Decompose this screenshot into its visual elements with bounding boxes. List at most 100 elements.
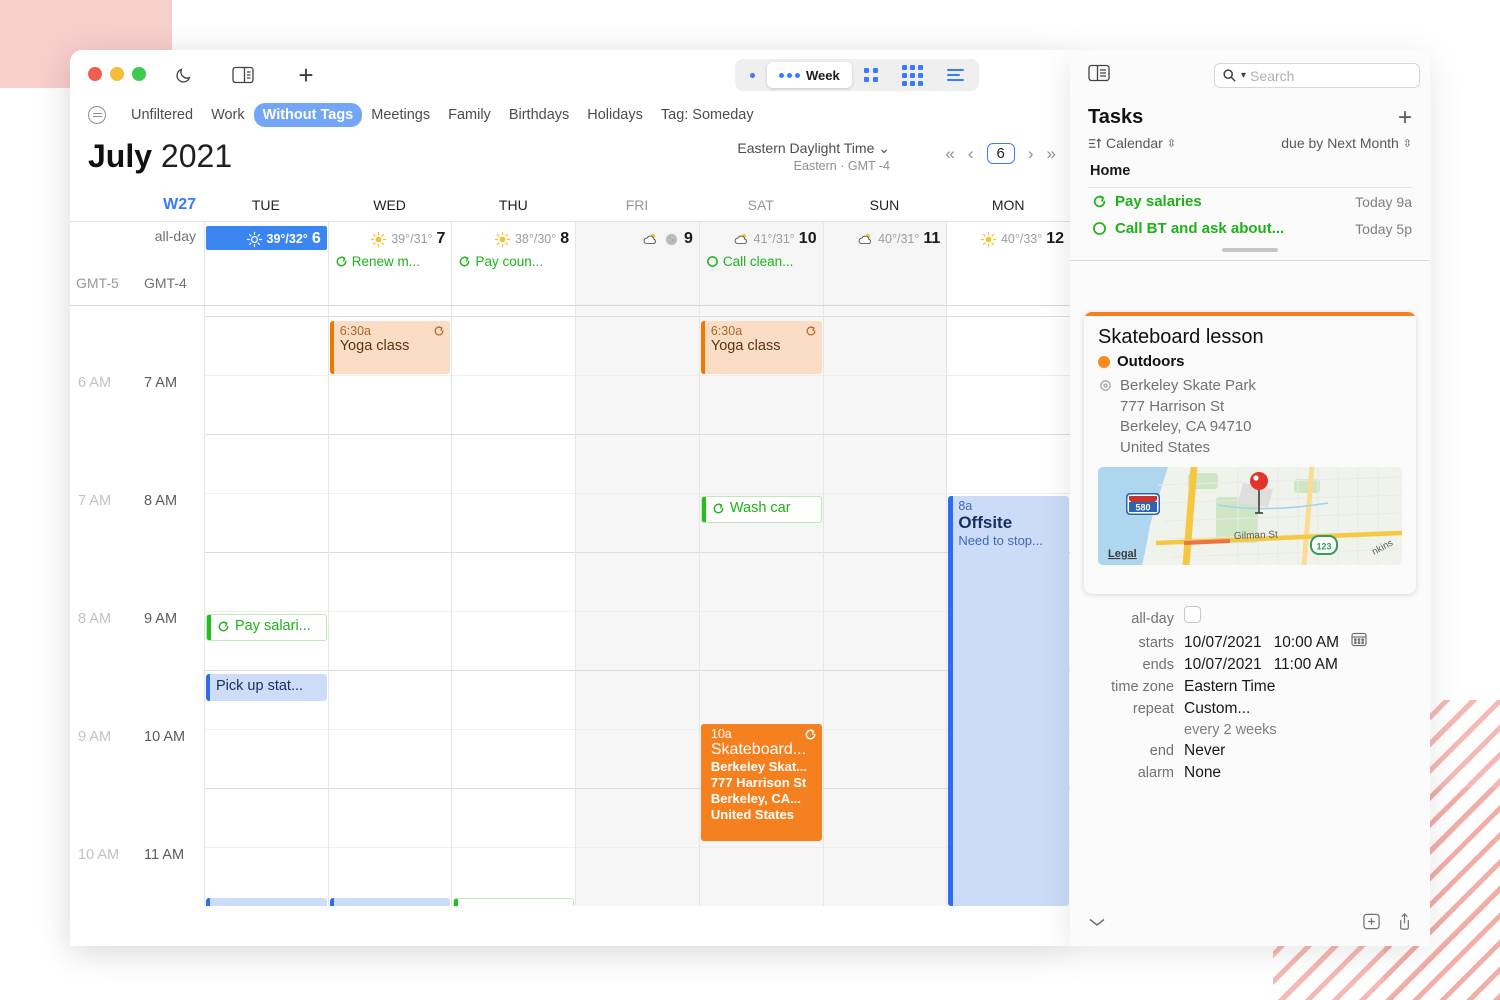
field-value[interactable]: Custom... <box>1184 700 1250 718</box>
week-number[interactable]: W27 <box>163 196 196 214</box>
field-value[interactable]: Eastern Time <box>1184 678 1275 696</box>
add-box-icon[interactable] <box>1362 912 1381 936</box>
zoom-button[interactable] <box>132 67 146 81</box>
add-event-button[interactable]: + <box>293 62 319 88</box>
tasks-filter-control[interactable]: due by Next Month ⇳ <box>1281 135 1412 151</box>
nav-last-button[interactable]: » <box>1047 144 1056 164</box>
event-detail-card[interactable]: Skateboard lesson Outdoors Berkeley Skat… <box>1084 312 1416 594</box>
event-skateboard-lesson[interactable]: 10a Skateboard... Berkeley Skat... 777 H… <box>700 724 822 841</box>
weather-temp-sat: 41°/31° <box>753 232 795 246</box>
chevron-down-icon[interactable] <box>1086 915 1108 934</box>
event-yoga-class-sat[interactable]: 6:30a Yoga class <box>700 321 822 374</box>
screen: + Week Unfiltered Work Without Tags Meet… <box>0 0 1500 1000</box>
view-option-list[interactable] <box>935 62 976 88</box>
event-title: Pay salari... <box>235 618 311 634</box>
view-option-four-up[interactable] <box>852 62 890 88</box>
all-day-task-wed[interactable]: Renew m... <box>329 250 452 269</box>
field-all-day[interactable]: all-day <box>1070 606 1412 627</box>
filter-chip-holidays[interactable]: Holidays <box>578 103 652 127</box>
all-day-task-thu[interactable]: Pay coun... <box>452 250 575 269</box>
field-value[interactable]: None <box>1184 764 1221 782</box>
field-value[interactable]: Never <box>1184 742 1225 760</box>
time-grid[interactable]: 6 AM 7 AM 7 AM 8 AM 8 AM 9 AM 9 AM 10 AM… <box>70 306 1070 906</box>
field-starts[interactable]: starts 10/07/2021 10:00 AM <box>1070 631 1412 652</box>
field-start-date[interactable]: 10/07/2021 <box>1184 634 1262 652</box>
view-option-month[interactable] <box>890 62 935 88</box>
event-partial-tue[interactable] <box>206 898 327 906</box>
day-column-fri[interactable] <box>575 306 699 906</box>
filter-chip-meetings[interactable]: Meetings <box>362 103 439 127</box>
task-row[interactable]: Call BT and ask about... Today 5p <box>1070 215 1430 242</box>
window-controls[interactable] <box>88 67 146 81</box>
filter-chip-birthdays[interactable]: Birthdays <box>500 103 578 127</box>
day-column-tue[interactable]: Pay salari... Pick up stat... <box>204 306 328 906</box>
nav-prev-button[interactable]: ‹ <box>968 144 974 164</box>
event-title: Offsite <box>958 513 1013 532</box>
all-day-cell-thu[interactable]: 38°/30° 8 Pay coun... <box>451 222 575 305</box>
filter-chip-family[interactable]: Family <box>439 103 500 127</box>
task-row[interactable]: Pay salaries Today 9a <box>1070 188 1430 215</box>
sun-icon <box>494 231 511 248</box>
filter-chip-work[interactable]: Work <box>202 103 254 127</box>
add-task-button[interactable]: + <box>1398 106 1412 130</box>
event-pay-salaries[interactable]: Pay salari... <box>206 614 327 641</box>
detail-location[interactable]: Berkeley Skate Park 777 Harrison St Berk… <box>1098 376 1402 459</box>
panel-resize-handle[interactable] <box>1222 248 1278 252</box>
search-input[interactable]: ▾ Search <box>1214 63 1420 88</box>
view-option-day[interactable] <box>738 62 767 88</box>
sidebar-toggle-icon[interactable] <box>230 62 256 88</box>
minimize-button[interactable] <box>110 67 124 81</box>
event-wash-car[interactable]: Wash car <box>700 496 822 523</box>
event-partial-wed[interactable] <box>329 898 451 906</box>
all-day-checkbox[interactable] <box>1184 606 1201 623</box>
tasks-sort-control[interactable]: Calendar ⇳ <box>1088 135 1176 151</box>
field-end-time[interactable]: 11:00 AM <box>1274 656 1338 674</box>
repeat-icon[interactable] <box>1092 194 1107 209</box>
field-label: repeat <box>1132 701 1174 717</box>
all-day-cell-sun[interactable]: 40°/31° 11 <box>822 222 947 305</box>
event-partial-thu[interactable] <box>453 898 575 906</box>
all-day-cell-fri[interactable]: 9 <box>575 222 699 305</box>
field-start-time[interactable]: 10:00 AM <box>1274 634 1340 652</box>
filter-chip-unfiltered[interactable]: Unfiltered <box>122 103 202 127</box>
day-column-thu[interactable] <box>451 306 576 906</box>
day-column-sat[interactable]: 6:30a Yoga class Wash car 10a Skateboard… <box>698 306 823 906</box>
field-alarm[interactable]: alarm None <box>1070 764 1412 782</box>
tasks-filter-label: due by Next Month <box>1281 135 1399 151</box>
circle-icon[interactable] <box>1092 221 1107 236</box>
moon-phase-icon <box>663 231 680 248</box>
location-map[interactable]: Gilman St 580 123 nkins Legal <box>1098 466 1402 565</box>
field-repeat[interactable]: repeat Custom... <box>1070 700 1412 718</box>
event-pick-up-stat[interactable]: Pick up stat... <box>206 674 327 701</box>
detail-calendar[interactable]: Outdoors <box>1098 353 1402 370</box>
all-day-cell-mon[interactable]: 40°/33° 12 <box>946 222 1070 305</box>
today-button[interactable]: 6 <box>986 143 1015 164</box>
filter-chip-without-tags[interactable]: Without Tags <box>253 103 363 127</box>
filter-chip-tag-someday[interactable]: Tag: Someday <box>652 103 763 127</box>
all-day-cell-tue[interactable]: 39°/32° 6 <box>204 222 328 305</box>
all-day-task-sat[interactable]: Call clean... <box>700 250 823 269</box>
field-ends[interactable]: ends 10/07/2021 11:00 AM <box>1070 656 1412 674</box>
field-time-zone[interactable]: time zone Eastern Time <box>1070 678 1412 696</box>
all-day-cell-sat[interactable]: 41°/31° 10 Call clean... <box>698 222 823 305</box>
calendar-picker-icon[interactable] <box>1351 631 1367 652</box>
close-button[interactable] <box>88 67 102 81</box>
view-switcher[interactable]: Week <box>735 59 979 91</box>
event-offsite[interactable]: 8a Offsite Need to stop... <box>948 496 1070 906</box>
event-yoga-class-wed[interactable]: 6:30a Yoga class <box>329 321 451 374</box>
all-day-cell-wed[interactable]: 39°/31° 7 Renew m... <box>327 222 452 305</box>
filter-menu-icon[interactable] <box>88 106 106 124</box>
field-end-date[interactable]: 10/07/2021 <box>1184 656 1262 674</box>
nav-first-button[interactable]: « <box>945 144 954 164</box>
sidebar-toggle-icon[interactable] <box>1088 64 1110 87</box>
day-column-sun[interactable] <box>822 306 947 906</box>
field-end[interactable]: end Never <box>1070 742 1412 760</box>
day-column-mon[interactable]: 8a Offsite Need to stop... <box>946 306 1070 906</box>
timezone-selector[interactable]: Eastern Daylight Time ⌄ Eastern · GMT -4 <box>737 140 890 173</box>
moon-icon[interactable] <box>171 62 197 88</box>
view-option-week[interactable]: Week <box>767 62 852 88</box>
day-column-wed[interactable]: 6:30a Yoga class <box>327 306 452 906</box>
share-icon[interactable] <box>1395 912 1414 936</box>
nav-next-button[interactable]: › <box>1028 144 1034 164</box>
chevron-down-icon[interactable]: ▾ <box>1241 70 1246 81</box>
